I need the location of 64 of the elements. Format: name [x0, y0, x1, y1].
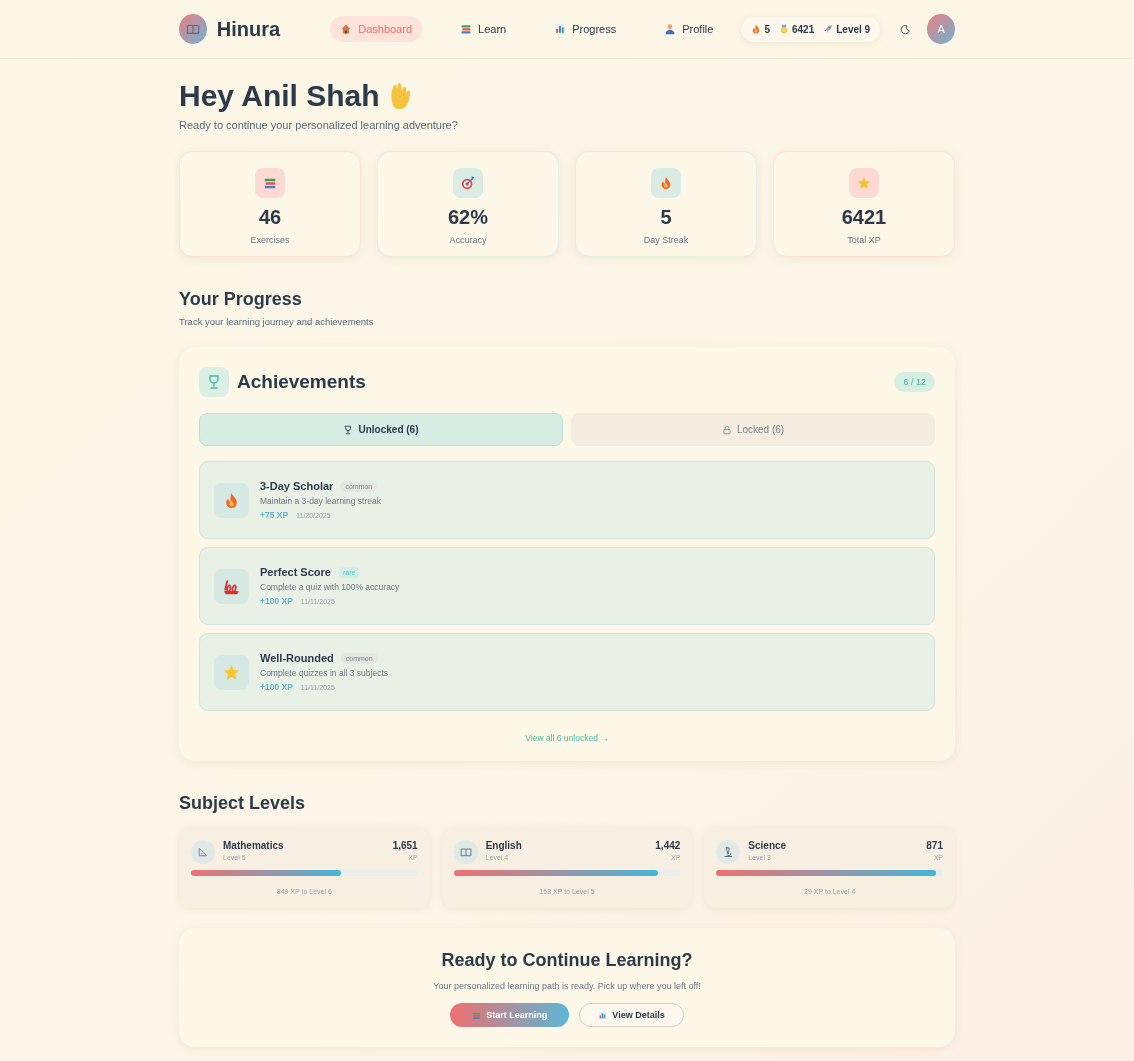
subject-xp: 871	[926, 840, 943, 851]
trophy-icon	[206, 374, 222, 390]
section-title: Subject Levels	[179, 793, 307, 814]
rocket-icon	[823, 24, 834, 34]
cta-text: Your personalized learning path is ready. Pick up where you left off!	[433, 981, 701, 991]
subject-name: Mathematics	[223, 840, 285, 851]
panel-title: Achievements	[237, 371, 366, 393]
xp-reward: +100 XP	[260, 596, 293, 606]
book-icon	[185, 22, 200, 36]
achievement-title: Perfect Score	[260, 566, 331, 578]
greeting-title: Hey Anil Shah	[179, 79, 380, 113]
fire-icon	[751, 24, 762, 34]
nav-link[interactable]: Learn	[450, 16, 517, 42]
xp-reward: +75 XP	[260, 510, 289, 520]
books-icon	[472, 1010, 482, 1020]
medal-icon	[778, 24, 789, 34]
star-icon	[223, 663, 240, 681]
subject-xp: 1,442	[655, 840, 681, 851]
greeting-subtitle: Ready to continue your personalized learning adventure?	[179, 119, 459, 131]
stat-number: 46	[258, 206, 282, 229]
home-icon	[340, 23, 353, 35]
trophy-icon	[343, 424, 354, 435]
xp-reward: +100 XP	[260, 682, 293, 692]
chart-icon	[554, 23, 567, 35]
nav-link[interactable]: Progress	[544, 16, 627, 42]
count-badge: 6 / 12	[894, 372, 935, 392]
tab[interactable]: Unlocked (6)	[199, 413, 563, 446]
books-icon	[263, 176, 277, 190]
stat-label: Exercises	[250, 235, 290, 245]
stat-value: Level 9	[836, 23, 871, 35]
section-subtitle: Track your learning journey and achievements	[179, 316, 375, 327]
stat-value: 6421	[791, 23, 815, 35]
math-icon	[197, 846, 209, 858]
achievement-description: Complete a quiz with 100% accuracy	[260, 582, 400, 592]
stat-label: Day Streak	[643, 235, 689, 245]
achievement-title: Well-Rounded	[260, 652, 334, 664]
fire-icon	[223, 491, 240, 509]
stat-label: Total XP	[847, 235, 881, 245]
section-title: Your Progress	[179, 289, 303, 310]
books-icon	[460, 23, 473, 35]
achievement-title: 3-Day Scholar	[260, 480, 334, 492]
moon-icon	[900, 23, 912, 35]
stat-number: 6421	[841, 206, 887, 229]
achievement-description: Maintain a 3-day learning streak	[260, 496, 381, 506]
details-button[interactable]: View Details	[579, 1003, 684, 1027]
subject-name: Science	[748, 840, 788, 851]
stat-number: 5	[660, 206, 672, 229]
lock-icon	[721, 424, 732, 435]
chart-icon	[598, 1010, 608, 1020]
science-icon	[722, 846, 735, 858]
stat-value: 5	[764, 23, 770, 35]
stat-label: Accuracy	[449, 235, 487, 245]
fire-icon	[659, 176, 673, 190]
subject-name: English	[485, 840, 523, 851]
person-icon	[664, 23, 677, 35]
star-icon	[857, 176, 871, 190]
achievement-description: Complete quizzes in all 3 subjects	[260, 668, 389, 678]
target-icon	[461, 176, 475, 190]
cta-title: Ready to Continue Learning?	[441, 950, 693, 971]
nav-link[interactable]: Profile	[654, 16, 724, 42]
book-icon	[459, 846, 472, 858]
subject-xp: 1,651	[392, 840, 418, 851]
stat-number: 62%	[448, 206, 488, 229]
brand-name: Hinura	[216, 17, 281, 41]
